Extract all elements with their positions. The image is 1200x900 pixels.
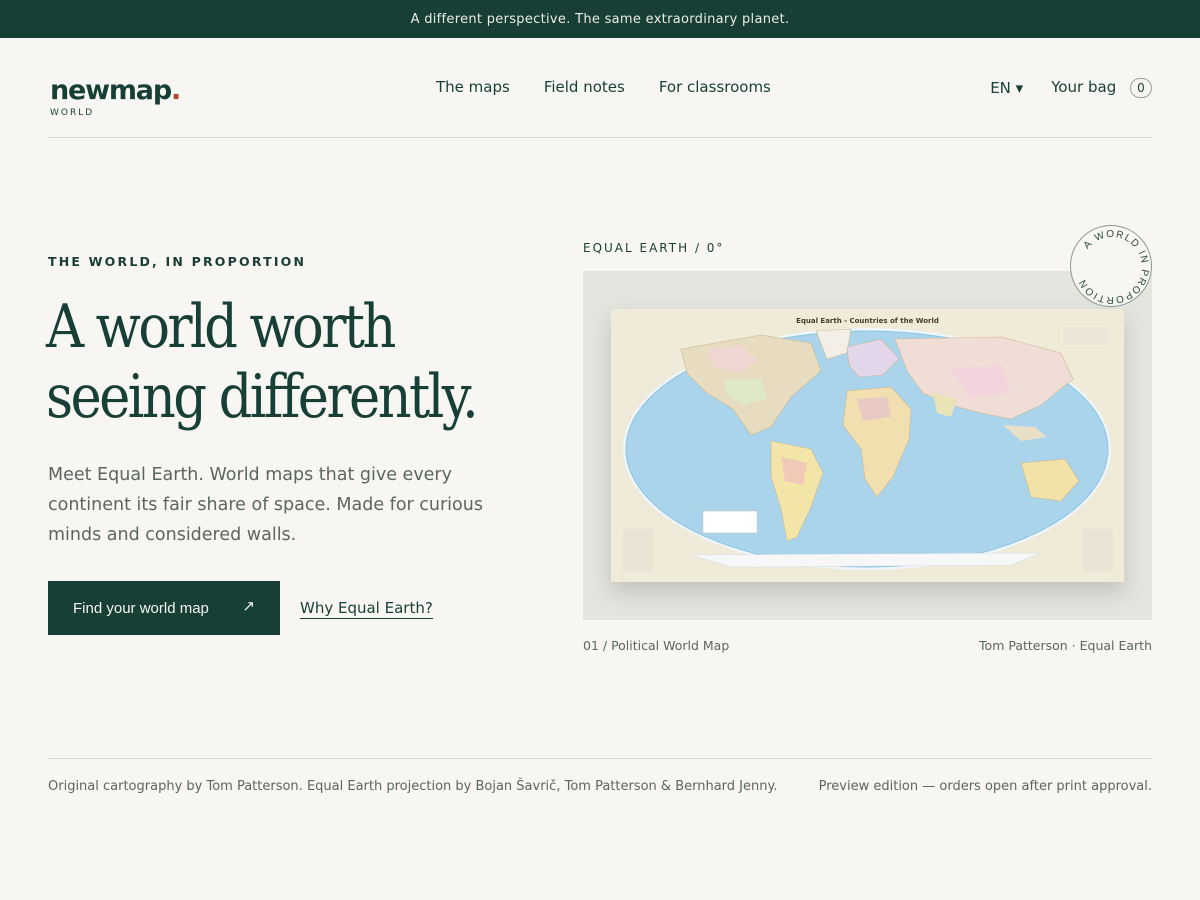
why-equal-earth-link[interactable]: Why Equal Earth? [300,598,433,619]
headline-line-1: A world worth [46,292,396,362]
logo[interactable]: newmap. WORLD [50,75,181,119]
announcement-bar: A different perspective. The same extrao… [0,0,1200,38]
site-header: newmap. WORLD The maps Field notes For c… [48,38,1152,138]
map-caption-credit: Tom Patterson · Equal Earth [979,638,1152,653]
proportion-badge: A WORLD IN PROPORTION [1070,225,1152,307]
hero-eyebrow: THE WORLD, IN PROPORTION [48,254,307,269]
nav-item-for-classrooms[interactable]: For classrooms [659,78,771,96]
logo-subtitle: WORLD [50,108,95,118]
language-selector[interactable]: EN ▾ [990,79,1023,97]
hero-headline: A world worth seeing differently. [46,292,504,432]
map-label: EQUAL EARTH / 0° [583,241,725,255]
map-preview[interactable]: Equal Earth - Countries of the World [583,271,1152,620]
find-map-button[interactable]: Find your world map ↗ [48,581,280,635]
cta-label: Find your world map [73,599,209,617]
map-caption-title: 01 / Political World Map [583,638,730,653]
logo-wordmark: newmap. [50,75,181,106]
footer-credits: Original cartography by Tom Patterson. E… [48,779,778,794]
footer-note: Preview edition — orders open after prin… [818,779,1152,794]
badge-circular-text: A WORLD IN PROPORTION [1077,229,1150,305]
main-nav: The maps Field notes For classrooms [436,78,771,96]
hero-lede: Meet Equal Earth. World maps that give e… [48,465,483,545]
bag-count-badge: 0 [1130,78,1152,98]
nav-item-field-notes[interactable]: Field notes [544,78,625,96]
map-poster: Equal Earth - Countries of the World [611,309,1124,582]
header-actions: EN ▾ Your bag 0 [990,78,1152,98]
nav-item-the-maps[interactable]: The maps [436,78,510,96]
svg-text:A WORLD IN PROPORTION: A WORLD IN PROPORTION [1077,229,1150,305]
world-map-illustration [623,327,1113,571]
headline-line-2: seeing differently. [46,362,479,432]
bag-button[interactable]: Your bag 0 [1051,78,1152,98]
bag-label: Your bag [1051,78,1117,96]
site-footer: Original cartography by Tom Patterson. E… [48,758,1152,794]
arrow-up-right-icon: ↗ [242,598,255,615]
announcement-text: A different perspective. The same extrao… [410,11,790,27]
